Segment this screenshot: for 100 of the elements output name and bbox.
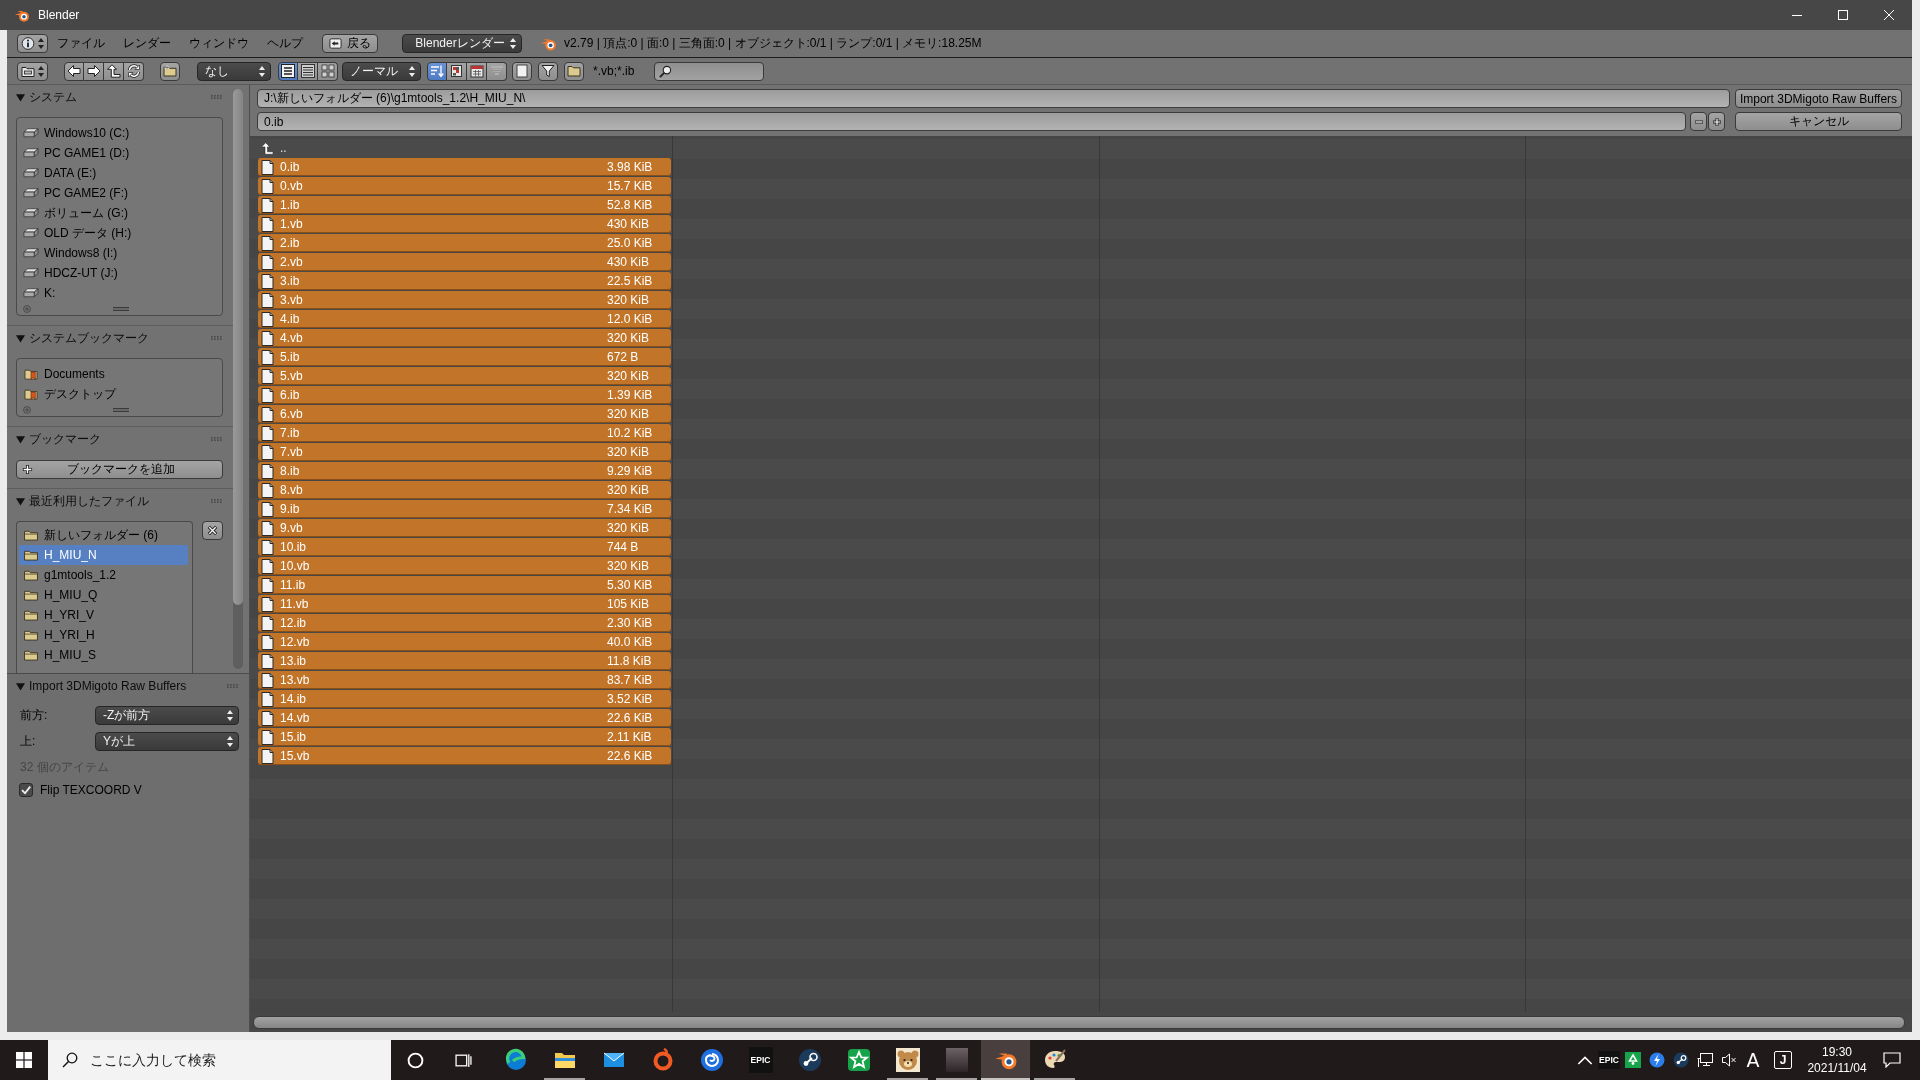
checkbox[interactable] bbox=[19, 783, 33, 797]
menu-item[interactable]: ウィンドウ bbox=[180, 33, 258, 54]
file-item[interactable]: 13.ib 11.8 KiB bbox=[258, 652, 671, 670]
sort-button[interactable] bbox=[467, 61, 487, 81]
cancel-button[interactable]: キャンセル bbox=[1735, 112, 1902, 131]
sort-button[interactable] bbox=[447, 61, 467, 81]
filter-toggle[interactable] bbox=[538, 61, 558, 81]
import-button[interactable]: Import 3DMigoto Raw Buffers bbox=[1735, 89, 1902, 108]
file-item[interactable]: 14.ib 3.52 KiB bbox=[258, 690, 671, 708]
sort-button[interactable] bbox=[487, 61, 507, 81]
editor-type-button[interactable] bbox=[17, 34, 48, 53]
scrollbar-thumb[interactable] bbox=[253, 1015, 1905, 1029]
drive-item[interactable]: DATA (E:) bbox=[17, 163, 222, 183]
sort-button[interactable] bbox=[427, 61, 447, 81]
file-item[interactable]: 15.ib 2.11 KiB bbox=[258, 728, 671, 746]
clear-recent-button[interactable] bbox=[202, 521, 223, 540]
menu-item[interactable]: ファイル bbox=[48, 33, 114, 54]
decrement-button[interactable] bbox=[1690, 112, 1707, 131]
input-mode-button[interactable]: A bbox=[1741, 1040, 1765, 1080]
drive-item[interactable]: ボリューム (G:) bbox=[17, 203, 222, 223]
file-item[interactable]: 0.ib 3.98 KiB bbox=[258, 158, 671, 176]
file-item[interactable]: 14.vb 22.6 KiB bbox=[258, 709, 671, 727]
menu-item[interactable]: ヘルプ bbox=[258, 33, 312, 54]
file-item[interactable]: 8.vb 320 KiB bbox=[258, 481, 671, 499]
file-item[interactable]: 11.vb 105 KiB bbox=[258, 595, 671, 613]
panel-title[interactable]: システム bbox=[29, 88, 77, 106]
new-folder-button[interactable] bbox=[160, 61, 180, 81]
file-item[interactable]: 9.ib 7.34 KiB bbox=[258, 500, 671, 518]
add-bookmark-button[interactable]: ブックマークを追加 bbox=[16, 460, 223, 479]
drive-item[interactable]: OLD データ (H:) bbox=[17, 223, 222, 243]
file-item[interactable]: 11.ib 5.30 KiB bbox=[258, 576, 671, 594]
search-field[interactable]: ここに入力して検索 bbox=[48, 1040, 391, 1080]
file-item[interactable]: 1.vb 430 KiB bbox=[258, 215, 671, 233]
back-button[interactable]: 戻る bbox=[322, 34, 378, 53]
drive-item[interactable]: HDCZ-UT (J:) bbox=[17, 263, 222, 283]
recent-item[interactable]: H_MIU_Q bbox=[19, 585, 188, 605]
file-item[interactable]: 5.ib 672 B bbox=[258, 348, 671, 366]
parent-folder-item[interactable]: .. bbox=[258, 139, 671, 157]
tray-button[interactable]: EPIC bbox=[1597, 1040, 1621, 1080]
search-field[interactable] bbox=[654, 61, 765, 81]
path-field[interactable]: J:\新しいフォルダー (6)\g1mtools_1.2\H_MIU_N\ bbox=[257, 89, 1730, 108]
file-item[interactable]: 10.vb 320 KiB bbox=[258, 557, 671, 575]
folder-filter-toggle[interactable] bbox=[564, 61, 584, 81]
file-item[interactable]: 8.ib 9.29 KiB bbox=[258, 462, 671, 480]
taskbar-app-button[interactable]: EPIC bbox=[736, 1040, 785, 1080]
file-item[interactable]: 10.ib 744 B bbox=[258, 538, 671, 556]
file-item[interactable]: 15.vb 22.6 KiB bbox=[258, 747, 671, 765]
grip-icon[interactable] bbox=[227, 684, 238, 688]
file-item[interactable]: 2.vb 430 KiB bbox=[258, 253, 671, 271]
recursion-dropdown[interactable]: なし bbox=[197, 61, 271, 81]
render-engine-dropdown[interactable]: Blenderレンダー bbox=[402, 34, 522, 53]
recent-item[interactable]: H_YRI_H bbox=[19, 625, 188, 645]
file-item[interactable]: 9.vb 320 KiB bbox=[258, 519, 671, 537]
panel-title[interactable]: システムブックマーク bbox=[29, 329, 149, 347]
file-item[interactable]: 0.vb 15.7 KiB bbox=[258, 177, 671, 195]
file-item[interactable]: 3.ib 22.5 KiB bbox=[258, 272, 671, 290]
file-item[interactable]: 2.ib 25.0 KiB bbox=[258, 234, 671, 252]
grip-icon[interactable] bbox=[211, 95, 222, 99]
editor-type-button[interactable] bbox=[17, 61, 48, 81]
forward-button[interactable] bbox=[84, 61, 104, 81]
file-item[interactable]: 1.ib 52.8 KiB bbox=[258, 196, 671, 214]
drive-item[interactable]: PC GAME1 (D:) bbox=[17, 143, 222, 163]
file-item[interactable]: 7.ib 10.2 KiB bbox=[258, 424, 671, 442]
display-mode-button[interactable] bbox=[318, 61, 338, 81]
bookmark-item[interactable]: Documents bbox=[17, 364, 222, 384]
parent-folder-button[interactable] bbox=[104, 61, 124, 81]
resize-handle-icon[interactable] bbox=[113, 307, 129, 311]
drive-item[interactable]: K: bbox=[17, 283, 222, 303]
bookmark-item[interactable]: デスクトップ bbox=[17, 384, 222, 404]
display-size-dropdown[interactable]: ノーマル bbox=[342, 61, 421, 81]
panel-title[interactable]: 最近利用したファイル bbox=[29, 492, 149, 510]
taskbar-app-button[interactable] bbox=[981, 1040, 1030, 1080]
file-item[interactable]: 5.vb 320 KiB bbox=[258, 367, 671, 385]
filter-glob-field[interactable]: *.vb;*.ib bbox=[593, 64, 635, 78]
resize-handle-icon[interactable] bbox=[113, 408, 129, 412]
clock-button[interactable]: 19:30 2021/11/04 bbox=[1797, 1040, 1877, 1080]
back-button[interactable] bbox=[64, 61, 84, 81]
display-mode-button[interactable] bbox=[298, 61, 318, 81]
file-item[interactable]: 6.vb 320 KiB bbox=[258, 405, 671, 423]
disclosure-triangle-icon[interactable] bbox=[16, 434, 25, 444]
drive-item[interactable]: PC GAME2 (F:) bbox=[17, 183, 222, 203]
file-item[interactable]: 3.vb 320 KiB bbox=[258, 291, 671, 309]
display-mode-button[interactable] bbox=[278, 61, 298, 81]
option-dropdown[interactable]: Yが上 bbox=[95, 731, 239, 751]
recent-item[interactable]: H_YRI_V bbox=[19, 605, 188, 625]
input-method-button[interactable]: J bbox=[1774, 1051, 1792, 1069]
disclosure-triangle-icon[interactable] bbox=[16, 333, 25, 343]
grip-icon[interactable] bbox=[211, 499, 222, 503]
increment-button[interactable] bbox=[1708, 112, 1725, 131]
disclosure-triangle-icon[interactable] bbox=[16, 496, 25, 506]
recent-item[interactable]: g1mtools_1.2 bbox=[19, 565, 188, 585]
panel-title[interactable]: ブックマーク bbox=[29, 430, 101, 448]
file-item[interactable]: 12.vb 40.0 KiB bbox=[258, 633, 671, 651]
panel-title[interactable]: Import 3DMigoto Raw Buffers bbox=[29, 679, 187, 693]
file-item[interactable]: 7.vb 320 KiB bbox=[258, 443, 671, 461]
grip-icon[interactable] bbox=[211, 336, 222, 340]
filename-field[interactable]: 0.ib bbox=[257, 112, 1686, 131]
menu-item[interactable]: レンダー bbox=[114, 33, 180, 54]
file-item[interactable]: 4.vb 320 KiB bbox=[258, 329, 671, 347]
file-item[interactable]: 6.ib 1.39 KiB bbox=[258, 386, 671, 404]
